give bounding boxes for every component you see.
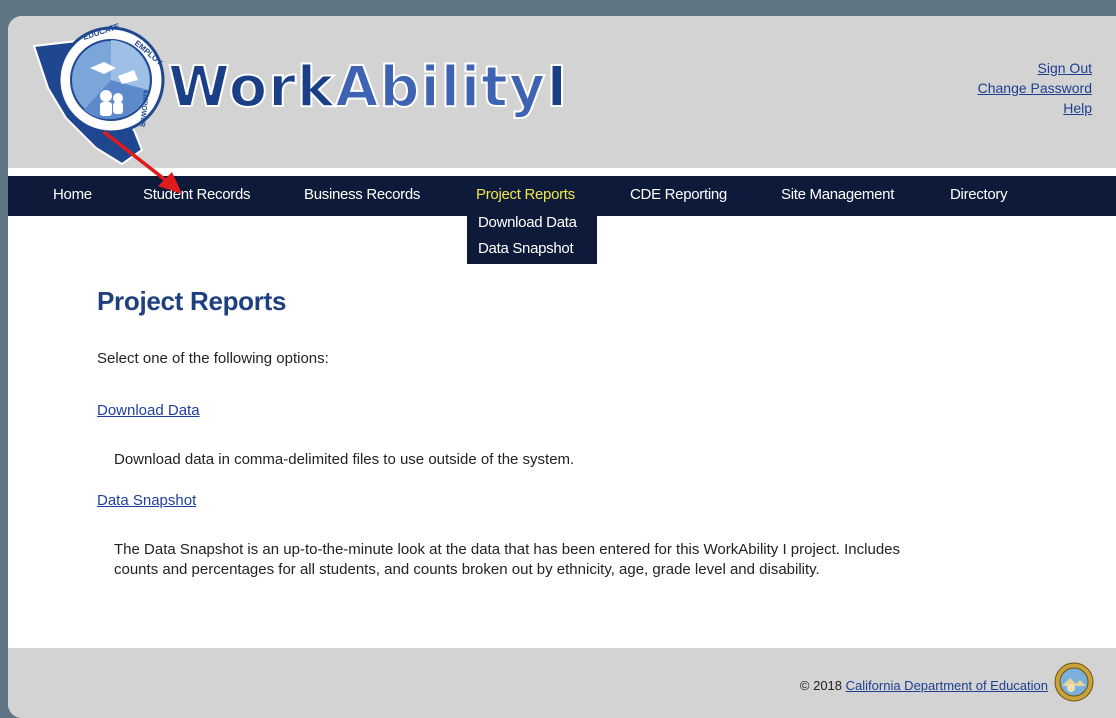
help-link[interactable]: Help: [978, 98, 1092, 118]
download-data-link[interactable]: Download Data: [97, 402, 200, 419]
red-arrow-icon: [102, 130, 182, 194]
copyright-text: © 2018: [799, 678, 843, 693]
download-data-description: Download data in comma-delimited files t…: [114, 451, 575, 468]
page-frame: EDUCATE EMPLOY EMPOWER WorkAbilityI Sign…: [8, 16, 1116, 718]
data-snapshot-description-line2: counts and percentages for all students,…: [114, 561, 820, 578]
intro-text: Select one of the following options:: [97, 350, 329, 367]
account-links: Sign Out Change Password Help: [978, 58, 1092, 118]
california-state-seal-icon: [1054, 662, 1094, 702]
data-snapshot-link[interactable]: Data Snapshot: [97, 492, 196, 509]
nav-item-directory[interactable]: Directory: [950, 176, 1008, 216]
brand-part1: Work: [167, 55, 336, 120]
page-title: Project Reports: [97, 286, 287, 316]
nav-item-business-records[interactable]: Business Records: [304, 176, 420, 216]
data-snapshot-description-line1: The Data Snapshot is an up-to-the-minute…: [114, 541, 900, 558]
brand-part3: I: [545, 55, 569, 120]
change-password-link[interactable]: Change Password: [978, 78, 1092, 98]
dropdown-item-download-data[interactable]: Download Data: [467, 212, 597, 238]
site-wordmark: WorkAbilityI: [167, 59, 568, 117]
nav-item-site-management[interactable]: Site Management: [781, 176, 894, 216]
brand-part2: Ability: [334, 55, 547, 120]
site-footer: © 2018 California Department of Educatio…: [8, 648, 1116, 718]
project-reports-dropdown: Download Data Data Snapshot: [467, 212, 597, 264]
nav-item-cde-reporting[interactable]: CDE Reporting: [630, 176, 727, 216]
nav-item-home[interactable]: Home: [53, 176, 92, 216]
main-content: Project Reports Select one of the follow…: [97, 286, 1057, 578]
dropdown-item-data-snapshot[interactable]: Data Snapshot: [467, 238, 597, 264]
nav-item-project-reports[interactable]: Project Reports: [476, 176, 575, 216]
cde-link[interactable]: California Department of Education: [846, 678, 1048, 693]
sign-out-link[interactable]: Sign Out: [978, 58, 1092, 78]
copyright: © 2018 California Department of Educatio…: [800, 678, 1048, 693]
